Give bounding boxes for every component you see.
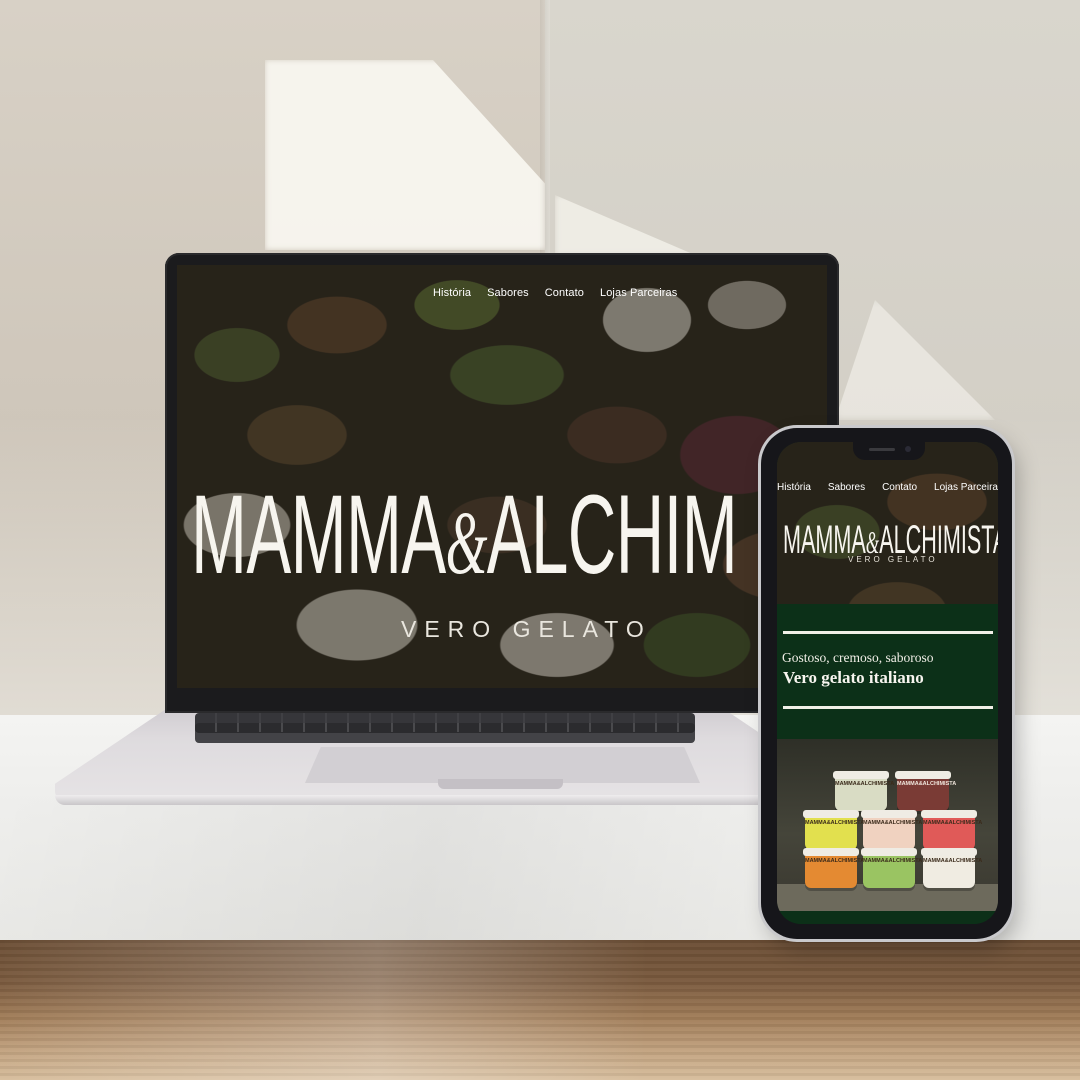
gelato-cup: MAMMA&ALCHIMISTA xyxy=(803,810,865,850)
gelato-cup: MAMMA&ALCHIMISTA xyxy=(861,810,923,850)
phone-notch xyxy=(853,442,925,460)
gelato-cup: MAMMA&ALCHIMISTA xyxy=(861,848,923,888)
nav-lojas-parceiras[interactable]: Lojas Parceira xyxy=(934,482,998,493)
tagline-section: Gostoso, cremoso, saboroso Vero gelato i… xyxy=(777,604,998,739)
gelato-cup: MAMMA&ALCHIMISTA xyxy=(803,848,865,888)
nav-lojas-parceiras[interactable]: Lojas Parceiras xyxy=(600,287,677,299)
site-nav: História Sabores Contato Lojas Parceiras xyxy=(433,287,677,299)
laptop-screen: História Sabores Contato Lojas Parceiras… xyxy=(177,265,827,688)
cup-label: MAMMA&ALCHIMISTA xyxy=(805,820,865,826)
laptop-trackpad xyxy=(305,747,700,783)
product-photo: MAMMA&ALCHIMISTA MAMMA&ALCHIMISTA MAMMA&… xyxy=(777,739,998,911)
cup-label: MAMMA&ALCHIMISTA xyxy=(897,781,957,787)
laptop-lid: História Sabores Contato Lojas Parceiras… xyxy=(165,253,839,713)
mobile-brand-tagline: VERO GELATO xyxy=(848,555,938,564)
brand-logo: MAMMA&ALCHIM xyxy=(191,479,738,593)
gelato-cup: MAMMA&ALCHIMISTA xyxy=(833,771,895,811)
display-shelf xyxy=(777,884,998,911)
phone-speaker-icon xyxy=(869,448,895,451)
cup-label: MAMMA&ALCHIMISTA xyxy=(923,858,983,864)
nav-historia[interactable]: História xyxy=(433,287,471,299)
section-headline: Vero gelato italiano xyxy=(783,668,924,687)
gelato-cup: MAMMA&ALCHIMISTA xyxy=(921,848,983,888)
cup-label: MAMMA&ALCHIMISTA xyxy=(923,820,983,826)
mobile-site-nav: História Sabores Contato Lojas Parceira xyxy=(777,482,998,493)
logo-word-left: MAMMA xyxy=(191,472,446,597)
wooden-shelf xyxy=(0,940,1080,1080)
mobile-brand-logo: MAMMA&ALCHIMISTA xyxy=(783,520,998,560)
mobile-footer-band xyxy=(777,911,998,924)
divider-bottom xyxy=(783,706,993,709)
gelato-cup: MAMMA&ALCHIMISTA xyxy=(895,771,957,811)
cup-label: MAMMA&ALCHIMISTA xyxy=(863,820,923,826)
logo-word-right: ALCHIM xyxy=(486,472,738,597)
cup-label: MAMMA&ALCHIMISTA xyxy=(835,781,895,787)
nav-sabores[interactable]: Sabores xyxy=(828,482,865,493)
cup-label: MAMMA&ALCHIMISTA xyxy=(863,858,923,864)
cup-label: MAMMA&ALCHIMISTA xyxy=(805,858,865,864)
smartphone: História Sabores Contato Lojas Parceira … xyxy=(761,428,1012,939)
logo-ampersand: & xyxy=(445,494,488,593)
brand-tagline: VERO GELATO xyxy=(401,616,652,642)
section-subheadline: Gostoso, cremoso, saboroso xyxy=(782,650,934,665)
phone-camera-icon xyxy=(905,446,911,452)
laptop-front-edge xyxy=(55,795,835,805)
laptop-base xyxy=(55,705,835,807)
laptop-lid-notch xyxy=(438,779,563,789)
divider-top xyxy=(783,631,993,634)
nav-historia[interactable]: História xyxy=(777,482,811,493)
phone-screen: História Sabores Contato Lojas Parceira … xyxy=(777,442,998,924)
gelato-cup: MAMMA&ALCHIMISTA xyxy=(921,810,983,850)
mobile-hero: História Sabores Contato Lojas Parceira … xyxy=(777,442,998,604)
laptop: História Sabores Contato Lojas Parceiras… xyxy=(165,253,839,713)
nav-contato[interactable]: Contato xyxy=(882,482,917,493)
nav-contato[interactable]: Contato xyxy=(545,287,584,299)
laptop-keyboard xyxy=(195,713,695,743)
nav-sabores[interactable]: Sabores xyxy=(487,287,529,299)
